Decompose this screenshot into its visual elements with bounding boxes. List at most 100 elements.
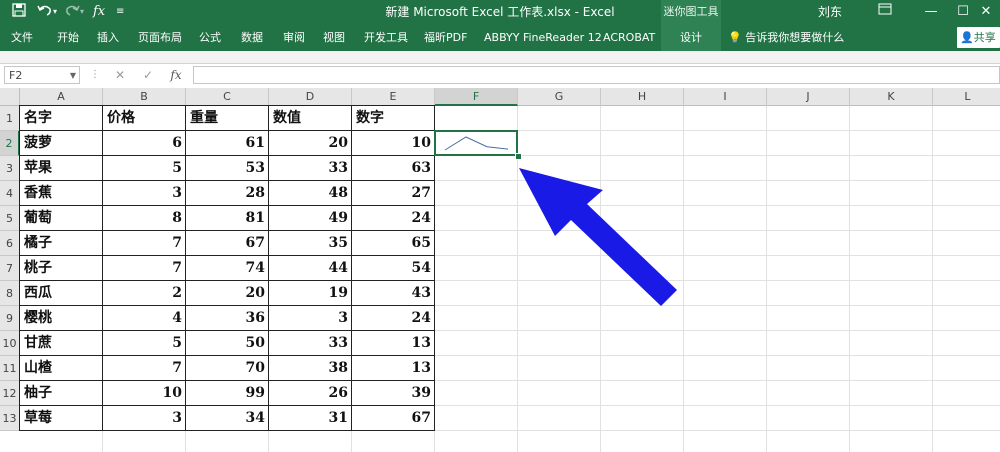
table-cell[interactable]: 山楂 xyxy=(20,356,103,381)
table-cell[interactable]: 7 xyxy=(103,356,186,381)
insert-function-button[interactable]: fx xyxy=(166,66,186,84)
tab-review[interactable]: 审阅 xyxy=(283,24,305,51)
ribbon-display-options-icon[interactable] xyxy=(862,0,908,24)
table-cell[interactable]: 63 xyxy=(352,156,435,181)
row-header-11[interactable]: 11 xyxy=(0,356,20,381)
table-cell[interactable]: 43 xyxy=(352,281,435,306)
table-cell[interactable]: 2 xyxy=(103,281,186,306)
tab-page-layout[interactable]: 页面布局 xyxy=(138,24,182,51)
table-cell[interactable]: 13 xyxy=(352,331,435,356)
table-cell[interactable]: 61 xyxy=(186,131,269,156)
row-header-6[interactable]: 6 xyxy=(0,231,20,256)
tab-formulas[interactable]: 公式 xyxy=(199,24,221,51)
table-cell[interactable]: 35 xyxy=(269,231,352,256)
table-cell[interactable]: 西瓜 xyxy=(20,281,103,306)
table-cell[interactable]: 54 xyxy=(352,256,435,281)
table-cell[interactable]: 3 xyxy=(103,181,186,206)
column-title-cell[interactable]: 数值 xyxy=(269,106,352,131)
cancel-entry-icon[interactable]: ✕ xyxy=(110,66,130,84)
table-cell[interactable]: 香蕉 xyxy=(20,181,103,206)
column-header-c[interactable]: C xyxy=(186,88,269,106)
row-header-9[interactable]: 9 xyxy=(0,306,20,331)
sparkline-chart[interactable] xyxy=(439,135,514,152)
table-cell[interactable]: 50 xyxy=(186,331,269,356)
formula-input[interactable] xyxy=(193,66,1000,84)
column-header-f[interactable]: F xyxy=(435,88,518,106)
table-cell[interactable]: 44 xyxy=(269,256,352,281)
confirm-entry-icon[interactable]: ✓ xyxy=(138,66,158,84)
table-cell[interactable]: 65 xyxy=(352,231,435,256)
tab-insert[interactable]: 插入 xyxy=(97,24,119,51)
row-header-1[interactable]: 1 xyxy=(0,106,20,131)
table-cell[interactable]: 3 xyxy=(103,406,186,431)
table-cell[interactable]: 5 xyxy=(103,156,186,181)
tab-home[interactable]: 开始 xyxy=(57,24,79,51)
table-cell[interactable]: 99 xyxy=(186,381,269,406)
column-title-cell[interactable]: 重量 xyxy=(186,106,269,131)
table-cell[interactable]: 4 xyxy=(103,306,186,331)
table-cell[interactable]: 26 xyxy=(269,381,352,406)
table-cell[interactable]: 49 xyxy=(269,206,352,231)
table-cell[interactable]: 橘子 xyxy=(20,231,103,256)
user-name[interactable]: 刘东 xyxy=(818,0,842,24)
select-all-button[interactable] xyxy=(0,88,20,106)
table-cell[interactable]: 74 xyxy=(186,256,269,281)
tab-design[interactable]: 设计 xyxy=(661,24,721,51)
column-title-cell[interactable]: 名字 xyxy=(20,106,103,131)
row-header-3[interactable]: 3 xyxy=(0,156,20,181)
column-title-cell[interactable]: 价格 xyxy=(103,106,186,131)
table-cell[interactable]: 34 xyxy=(186,406,269,431)
row-header-2[interactable]: 2 xyxy=(0,131,20,156)
tell-me-search[interactable]: 💡 告诉我你想要做什么 xyxy=(728,24,844,51)
table-cell[interactable]: 81 xyxy=(186,206,269,231)
row-header-8[interactable]: 8 xyxy=(0,281,20,306)
table-cell[interactable]: 31 xyxy=(269,406,352,431)
table-cell[interactable]: 10 xyxy=(103,381,186,406)
column-header-d[interactable]: D xyxy=(269,88,352,106)
table-cell[interactable]: 67 xyxy=(186,231,269,256)
table-cell[interactable]: 70 xyxy=(186,356,269,381)
table-cell[interactable]: 苹果 xyxy=(20,156,103,181)
table-cell[interactable]: 甘蔗 xyxy=(20,331,103,356)
tab-acrobat[interactable]: ACROBAT xyxy=(603,24,655,51)
tab-data[interactable]: 数据 xyxy=(241,24,263,51)
tab-abbyy[interactable]: ABBYY FineReader 12 xyxy=(484,24,602,51)
column-header-i[interactable]: I xyxy=(684,88,767,106)
table-cell[interactable]: 27 xyxy=(352,181,435,206)
tab-file[interactable]: 文件 xyxy=(11,24,33,51)
table-cell[interactable]: 7 xyxy=(103,256,186,281)
table-cell[interactable]: 草莓 xyxy=(20,406,103,431)
table-cell[interactable]: 8 xyxy=(103,206,186,231)
row-header-5[interactable]: 5 xyxy=(0,206,20,231)
table-cell[interactable]: 5 xyxy=(103,331,186,356)
table-cell[interactable]: 柚子 xyxy=(20,381,103,406)
column-header-b[interactable]: B xyxy=(103,88,186,106)
column-header-a[interactable]: A xyxy=(20,88,103,106)
table-cell[interactable]: 24 xyxy=(352,306,435,331)
table-cell[interactable]: 39 xyxy=(352,381,435,406)
table-cell[interactable]: 48 xyxy=(269,181,352,206)
row-header-13[interactable]: 13 xyxy=(0,406,20,431)
share-button[interactable]: 👤共享 xyxy=(957,27,1000,48)
column-header-h[interactable]: H xyxy=(601,88,684,106)
table-cell[interactable]: 28 xyxy=(186,181,269,206)
table-cell[interactable]: 33 xyxy=(269,331,352,356)
chevron-down-icon[interactable]: ▼ xyxy=(70,67,76,85)
table-cell[interactable]: 菠萝 xyxy=(20,131,103,156)
table-cell[interactable]: 樱桃 xyxy=(20,306,103,331)
table-cell[interactable]: 38 xyxy=(269,356,352,381)
worksheet-grid[interactable]: A B C D E F G H I J K L 1 2 3 4 5 6 7 8 9 10 11 12 13 名字 价格 重量 数值 数字菠… xyxy=(0,88,1000,452)
table-cell[interactable]: 53 xyxy=(186,156,269,181)
column-header-e[interactable]: E xyxy=(352,88,435,106)
table-cell[interactable]: 葡萄 xyxy=(20,206,103,231)
table-cell[interactable]: 33 xyxy=(269,156,352,181)
table-cell[interactable]: 10 xyxy=(352,131,435,156)
name-box[interactable]: F2 ▼ xyxy=(4,66,80,84)
column-header-l[interactable]: L xyxy=(933,88,1000,106)
table-cell[interactable]: 36 xyxy=(186,306,269,331)
column-header-k[interactable]: K xyxy=(850,88,933,106)
row-header-10[interactable]: 10 xyxy=(0,331,20,356)
table-cell[interactable]: 13 xyxy=(352,356,435,381)
fill-handle[interactable] xyxy=(515,153,522,160)
column-header-g[interactable]: G xyxy=(518,88,601,106)
